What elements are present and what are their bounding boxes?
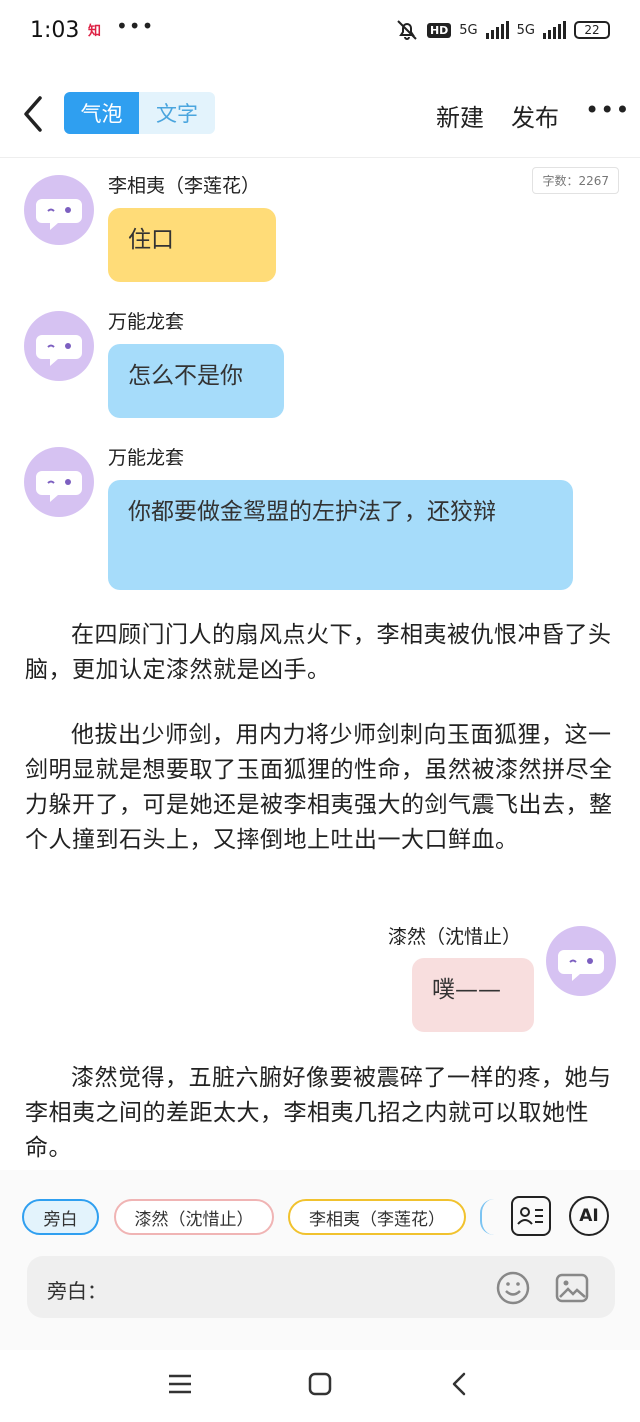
input-role-label: 旁白： — [47, 1279, 107, 1303]
new-button[interactable]: 新建 — [436, 98, 484, 133]
avatar[interactable] — [24, 447, 94, 517]
chat-bubble[interactable]: 噗—— — [412, 958, 534, 1032]
back-button[interactable] — [18, 92, 50, 136]
more-notifications-icon: ••• — [116, 14, 155, 38]
status-indicators: HD 5G 5G 22 — [395, 18, 610, 42]
mode-toggle: 气泡 文字 — [64, 92, 215, 134]
signal-icon — [485, 21, 509, 39]
signal-icon — [543, 21, 566, 39]
network-label-1: 5G — [459, 22, 478, 38]
speech-bubble-face-icon — [36, 335, 82, 366]
status-time: 1:03 — [30, 18, 80, 43]
hd-badge: HD — [426, 22, 452, 38]
image-button[interactable] — [554, 1270, 590, 1306]
contact-card-icon — [517, 1207, 543, 1225]
speaker-name: 李相夷（李莲花） — [108, 175, 261, 197]
speaker-name: 万能龙套 — [108, 311, 185, 333]
more-menu-button[interactable]: ••• — [585, 96, 630, 124]
avatar[interactable] — [24, 311, 94, 381]
speech-bubble-face-icon — [558, 950, 604, 981]
role-manage-button[interactable] — [511, 1196, 551, 1236]
chevron-left-icon — [452, 1372, 466, 1396]
image-icon — [555, 1273, 589, 1303]
chat-bubble[interactable]: 你都要做金鸳盟的左护法了，还狡辩 — [108, 480, 573, 590]
app-notification-icon: 知 — [88, 24, 102, 39]
avatar[interactable] — [24, 175, 94, 245]
header-divider — [0, 157, 640, 158]
speech-bubble-face-icon — [36, 199, 82, 230]
chat-bubble[interactable]: 怎么不是你 — [108, 344, 284, 418]
home-nav-button[interactable] — [306, 1370, 334, 1398]
role-chip-narration[interactable]: 旁白 — [22, 1199, 99, 1235]
menu-icon — [169, 1374, 191, 1394]
network-label-2: 5G — [516, 22, 535, 38]
battery-icon: 22 — [574, 21, 610, 39]
speaker-name: 漆然（沈惜止） — [388, 926, 522, 948]
smiley-icon — [496, 1271, 530, 1305]
menu-nav-button[interactable] — [166, 1371, 194, 1397]
narration-paragraph[interactable]: 在四顾门门人的扇风点火下，李相夷被仇恨冲昏了头脑，更加认定漆然就是凶手。 — [25, 618, 615, 688]
narration-paragraph[interactable]: 漆然觉得，五脏六腑好像要被震碎了一样的疼，她与李相夷之间的差距太大，李相夷几招之… — [25, 1061, 615, 1166]
bell-off-icon — [397, 20, 417, 40]
square-icon — [308, 1372, 332, 1396]
tab-bubble[interactable]: 气泡 — [64, 92, 139, 134]
avatar[interactable] — [546, 926, 616, 996]
back-nav-button[interactable] — [446, 1370, 474, 1398]
role-chip[interactable]: 李相夷（李莲花） — [288, 1199, 466, 1235]
narration-paragraph[interactable]: 他拔出少师剑，用内力将少师剑刺向玉面狐狸，这一剑明显就是想要取了玉面狐狸的性命，… — [25, 718, 615, 858]
tab-text[interactable]: 文字 — [139, 92, 215, 134]
role-chip-partial[interactable] — [480, 1199, 494, 1235]
role-chip[interactable]: 漆然（沈惜止） — [114, 1199, 274, 1235]
ai-button[interactable]: AI — [569, 1196, 609, 1236]
word-count: 字数：2267 — [532, 167, 619, 194]
publish-button[interactable]: 发布 — [511, 98, 559, 133]
speaker-name: 万能龙套 — [108, 447, 185, 469]
speech-bubble-face-icon — [36, 471, 82, 502]
emoji-button[interactable] — [495, 1270, 531, 1306]
chat-bubble[interactable]: 住口 — [108, 208, 276, 282]
chevron-left-icon — [24, 96, 42, 132]
